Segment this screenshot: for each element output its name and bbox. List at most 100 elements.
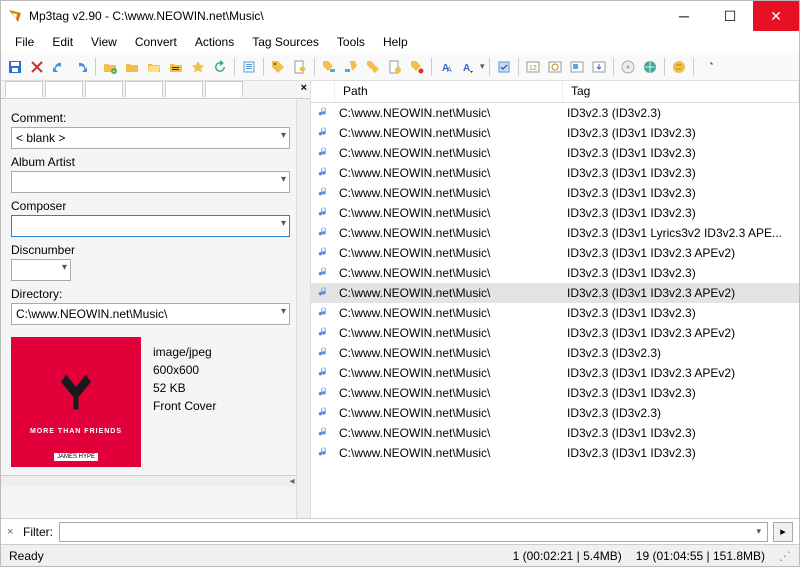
panel-scrollbar[interactable] — [296, 99, 310, 518]
chevron-down-icon[interactable]: ▾ — [281, 218, 286, 229]
folder-icon[interactable] — [122, 57, 142, 77]
filter-label: Filter: — [23, 525, 53, 539]
chevron-down-icon[interactable]: ▾ — [281, 174, 286, 185]
music-file-icon — [311, 226, 335, 241]
settings-icon[interactable] — [698, 57, 718, 77]
discnumber-wizard-icon[interactable] — [545, 57, 565, 77]
album-artist-input[interactable] — [11, 171, 290, 193]
menu-view[interactable]: View — [83, 33, 125, 51]
file-row[interactable]: C:\www.NEOWIN.net\Music\ID3v2.3 (ID3v1 I… — [311, 363, 799, 383]
art-pager: ◂▸ — [1, 475, 310, 487]
file-tag: ID3v2.3 (ID3v1 ID3v2.3) — [563, 166, 799, 180]
panel-close-icon[interactable]: × — [301, 81, 307, 95]
web-source-icon[interactable] — [640, 57, 660, 77]
file-row[interactable]: C:\www.NEOWIN.net\Music\ID3v2.3 (ID3v1 I… — [311, 203, 799, 223]
toolbar: + AA A ▾ 12 — [1, 53, 799, 81]
tag-to-filename-icon[interactable] — [319, 57, 339, 77]
select-all-icon[interactable] — [239, 57, 259, 77]
tag-to-tag-icon[interactable] — [363, 57, 383, 77]
delete-icon[interactable] — [27, 57, 47, 77]
menu-tools[interactable]: Tools — [329, 33, 373, 51]
minimize-button[interactable]: ─ — [661, 1, 707, 31]
filter-apply-button[interactable]: ▸ — [773, 522, 793, 542]
music-file-icon — [311, 286, 335, 301]
file-list[interactable]: C:\www.NEOWIN.net\Music\ID3v2.3 (ID3v2.3… — [311, 103, 799, 518]
art-dimensions: 600x600 — [153, 361, 216, 379]
menu-file[interactable]: File — [7, 33, 42, 51]
chevron-down-icon[interactable]: ▾ — [756, 526, 761, 537]
panel-tab[interactable] — [165, 81, 203, 97]
undo-icon[interactable] — [49, 57, 69, 77]
file-row[interactable]: C:\www.NEOWIN.net\Music\ID3v2.3 (ID3v1 I… — [311, 183, 799, 203]
file-row[interactable]: C:\www.NEOWIN.net\Music\ID3v2.3 (ID3v1 I… — [311, 123, 799, 143]
composer-input[interactable] — [11, 215, 290, 237]
filter-clear-icon[interactable]: × — [7, 526, 17, 538]
chevron-down-icon[interactable]: ▾ — [281, 306, 286, 317]
file-row[interactable]: C:\www.NEOWIN.net\Music\ID3v2.3 (ID3v1 I… — [311, 383, 799, 403]
music-file-icon — [311, 386, 335, 401]
menu-help[interactable]: Help — [375, 33, 416, 51]
chevron-down-icon[interactable]: ▾ — [281, 130, 286, 141]
close-button[interactable]: ✕ — [753, 1, 799, 31]
file-row[interactable]: C:\www.NEOWIN.net\Music\ID3v2.3 (ID3v1 I… — [311, 163, 799, 183]
autonumber-icon[interactable]: 12 — [523, 57, 543, 77]
favorite-icon[interactable] — [188, 57, 208, 77]
file-row[interactable]: C:\www.NEOWIN.net\Music\ID3v2.3 (ID3v1 I… — [311, 283, 799, 303]
col-tag[interactable]: Tag — [563, 81, 799, 102]
panel-tab[interactable] — [45, 81, 83, 97]
file-row[interactable]: C:\www.NEOWIN.net\Music\ID3v2.3 (ID3v1 I… — [311, 303, 799, 323]
file-row[interactable]: C:\www.NEOWIN.net\Music\ID3v2.3 (ID3v1 I… — [311, 423, 799, 443]
menu-actions[interactable]: Actions — [187, 33, 242, 51]
save-icon[interactable] — [5, 57, 25, 77]
file-tag: ID3v2.3 (ID3v1 ID3v2.3) — [563, 266, 799, 280]
list-header: Path Tag — [311, 81, 799, 103]
comment-input[interactable] — [11, 127, 290, 149]
menu-convert[interactable]: Convert — [127, 33, 185, 51]
file-row[interactable]: C:\www.NEOWIN.net\Music\ID3v2.3 (ID3v2.3… — [311, 103, 799, 123]
tag-file-icon[interactable] — [268, 57, 288, 77]
menu-edit[interactable]: Edit — [44, 33, 81, 51]
actions-icon[interactable]: AA — [436, 57, 456, 77]
filename-to-tag-icon[interactable] — [341, 57, 361, 77]
file-row[interactable]: C:\www.NEOWIN.net\Music\ID3v2.3 (ID3v1 I… — [311, 243, 799, 263]
album-art[interactable]: MORE THAN FRIENDS JAMES HYPE — [11, 337, 141, 467]
file-path: C:\www.NEOWIN.net\Music\ — [335, 446, 563, 460]
file-tag: ID3v2.3 (ID3v1 ID3v2.3) — [563, 206, 799, 220]
web-icon[interactable] — [669, 57, 689, 77]
refresh-icon[interactable] — [210, 57, 230, 77]
music-file-icon — [311, 206, 335, 221]
folder-open-icon[interactable] — [144, 57, 164, 77]
panel-tab[interactable] — [205, 81, 243, 97]
redo-icon[interactable] — [71, 57, 91, 77]
text-file-icon[interactable] — [385, 57, 405, 77]
col-path[interactable]: Path — [335, 81, 563, 102]
menu-tag-sources[interactable]: Tag Sources — [244, 33, 327, 51]
file-row[interactable]: C:\www.NEOWIN.net\Music\ID3v2.3 (ID3v1 I… — [311, 443, 799, 463]
playlist-icon[interactable] — [166, 57, 186, 77]
export-icon[interactable] — [589, 57, 609, 77]
file-row[interactable]: C:\www.NEOWIN.net\Music\ID3v2.3 (ID3v1 I… — [311, 323, 799, 343]
quick-actions-icon[interactable]: A — [458, 57, 478, 77]
disc-icon[interactable] — [618, 57, 638, 77]
directory-input[interactable] — [11, 303, 290, 325]
cover-wizard-icon[interactable] — [567, 57, 587, 77]
maximize-button[interactable]: ☐ — [707, 1, 753, 31]
resize-grip-icon[interactable]: ⋰ — [779, 549, 791, 563]
chevron-down-icon[interactable]: ▾ — [62, 262, 67, 273]
filter-input[interactable] — [59, 522, 768, 542]
folder-add-icon[interactable]: + — [100, 57, 120, 77]
status-bar: Ready 1 (00:02:21 | 5.4MB) 19 (01:04:55 … — [1, 544, 799, 566]
file-path: C:\www.NEOWIN.net\Music\ — [335, 346, 563, 360]
panel-tab[interactable] — [5, 81, 43, 97]
extended-tags-icon[interactable] — [494, 57, 514, 77]
panel-tab[interactable] — [85, 81, 123, 97]
file-row[interactable]: C:\www.NEOWIN.net\Music\ID3v2.3 (ID3v1 I… — [311, 143, 799, 163]
export-tag-icon[interactable] — [407, 57, 427, 77]
panel-tab[interactable] — [125, 81, 163, 97]
file-row[interactable]: C:\www.NEOWIN.net\Music\ID3v2.3 (ID3v2.3… — [311, 343, 799, 363]
file-tag-icon[interactable] — [290, 57, 310, 77]
col-icon[interactable] — [311, 81, 335, 102]
file-row[interactable]: C:\www.NEOWIN.net\Music\ID3v2.3 (ID3v1 L… — [311, 223, 799, 243]
file-row[interactable]: C:\www.NEOWIN.net\Music\ID3v2.3 (ID3v1 I… — [311, 263, 799, 283]
file-row[interactable]: C:\www.NEOWIN.net\Music\ID3v2.3 (ID3v2.3… — [311, 403, 799, 423]
